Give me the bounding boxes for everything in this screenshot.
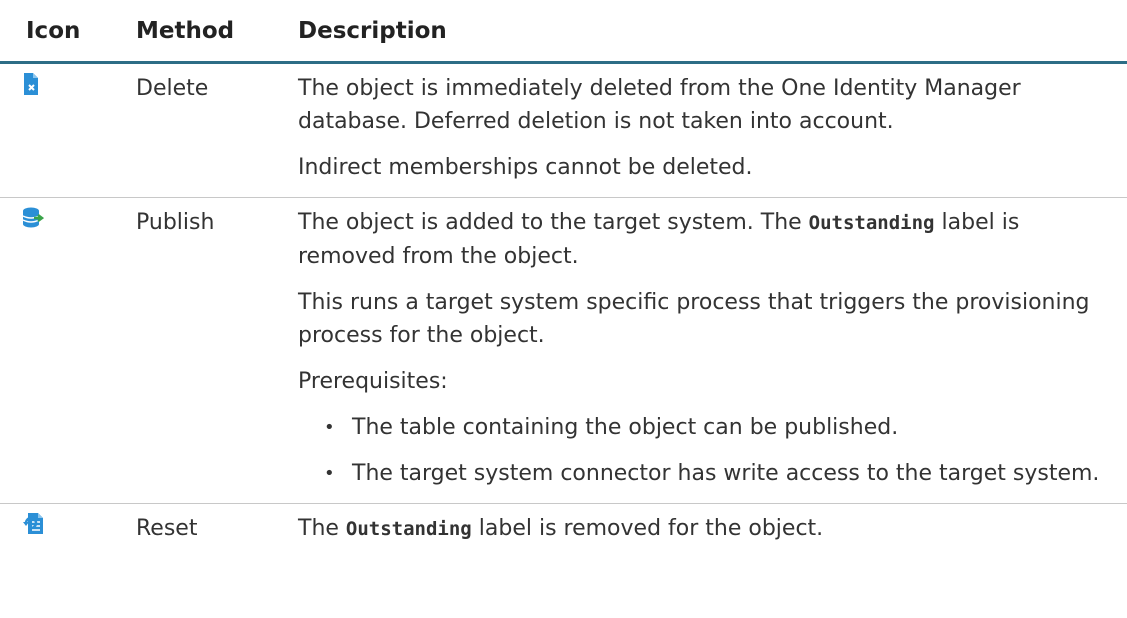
- table-row-delete: Delete The object is immediately deleted…: [0, 62, 1127, 198]
- description-paragraph: This runs a target system specific proce…: [298, 290, 1090, 348]
- prerequisites-list: The table containing the object can be p…: [298, 411, 1107, 490]
- method-publish: Publish: [136, 197, 298, 504]
- icon-cell: [0, 504, 136, 560]
- description-publish: The object is added to the target system…: [298, 197, 1127, 504]
- publish-icon: [22, 206, 44, 230]
- text-segment: The object is added to the target system…: [298, 210, 809, 235]
- list-item: The target system connector has write ac…: [298, 457, 1107, 490]
- description-paragraph: The object is added to the target system…: [298, 206, 1107, 273]
- prerequisites-label: Prerequisites:: [298, 369, 448, 394]
- outstanding-label: Outstanding: [808, 212, 935, 234]
- text-segment: The: [298, 516, 346, 541]
- description-reset: The Outstanding label is removed for the…: [298, 504, 1127, 560]
- description-paragraph: Indirect memberships cannot be deleted.: [298, 155, 753, 180]
- table-row-reset: Reset The Outstanding label is removed f…: [0, 504, 1127, 560]
- list-item: The table containing the object can be p…: [298, 411, 1107, 444]
- methods-table: Icon Method Description Delete The objec…: [0, 0, 1127, 559]
- icon-cell: [0, 62, 136, 198]
- reset-icon: [22, 512, 44, 536]
- header-row: Icon Method Description: [0, 0, 1127, 64]
- delete-icon: [22, 72, 44, 96]
- text-segment: label is removed for the object.: [471, 516, 824, 541]
- description-paragraph: The Outstanding label is removed for the…: [298, 512, 1107, 546]
- header-icon: Icon: [0, 0, 136, 64]
- table-header: Icon Method Description: [0, 0, 1127, 64]
- description-paragraph: The object is immediately deleted from t…: [298, 76, 1021, 134]
- header-description: Description: [298, 0, 1127, 64]
- icon-cell: [0, 197, 136, 504]
- table-row-publish: Publish The object is added to the targe…: [0, 197, 1127, 504]
- header-method: Method: [136, 0, 298, 64]
- method-reset: Reset: [136, 516, 198, 541]
- method-delete: Delete: [136, 62, 298, 198]
- description-delete: The object is immediately deleted from t…: [298, 62, 1127, 198]
- outstanding-label: Outstanding: [345, 518, 472, 540]
